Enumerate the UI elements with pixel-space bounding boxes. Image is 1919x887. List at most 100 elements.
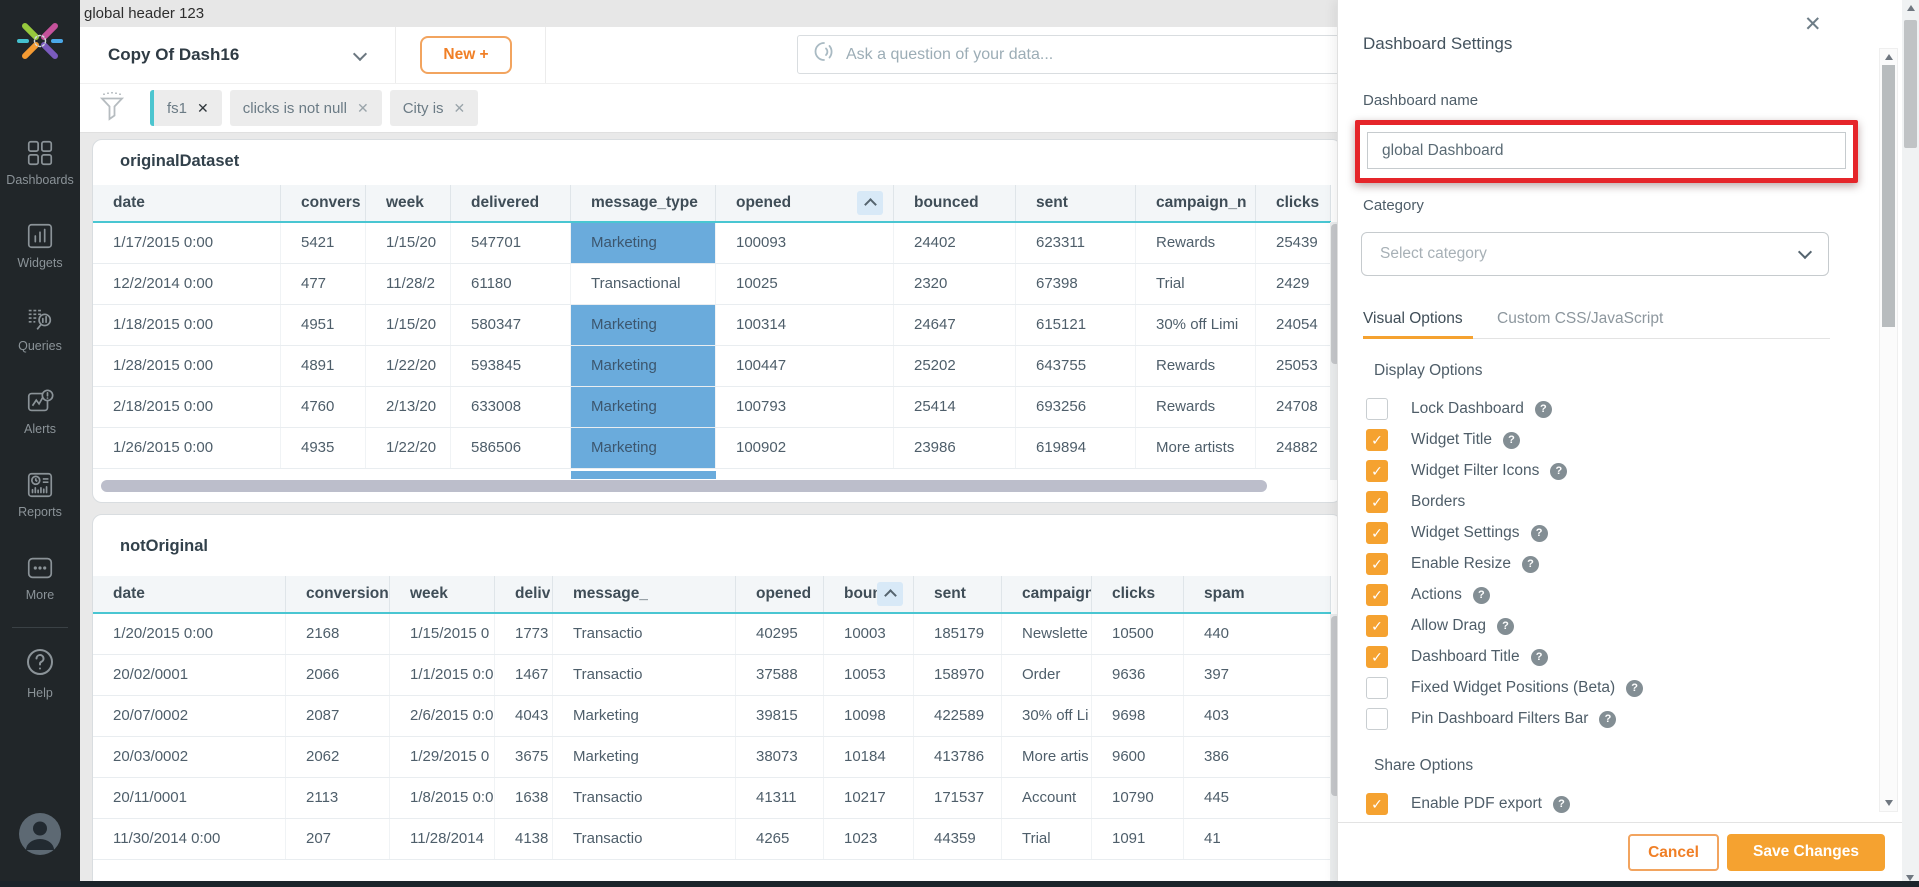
sidebar-item-reports[interactable]: Reports (0, 470, 80, 519)
column-header-deliv[interactable]: deliv (495, 576, 553, 612)
column-header-sent[interactable]: sent (1016, 185, 1136, 221)
category-select[interactable]: Select category (1361, 232, 1829, 276)
table-row: 20/02/000120661/1/2015 0:01467Transactio… (93, 655, 1331, 696)
column-header-campaign[interactable]: campaign_ (1002, 576, 1092, 612)
sidebar-item-more[interactable]: More (0, 553, 80, 602)
app-logo-icon[interactable] (13, 14, 67, 73)
cell: 2/13/20 (366, 387, 451, 427)
panel-scrollbar[interactable] (1879, 48, 1898, 812)
table-head-original: dateconversweekdeliveredmessage_typeopen… (93, 185, 1331, 223)
tab-custom-css-javascript[interactable]: Custom CSS/JavaScript (1497, 310, 1663, 328)
user-avatar[interactable] (18, 812, 62, 861)
checkbox-fixed-widget-positions-beta[interactable] (1366, 677, 1388, 699)
checkbox-widget-title[interactable]: ✓ (1366, 429, 1388, 451)
sidebar-item-widgets[interactable]: Widgets (0, 221, 80, 270)
cell: Marketing (553, 737, 736, 777)
help-icon[interactable]: ? (1553, 796, 1570, 813)
help-icon[interactable]: ? (1522, 556, 1539, 573)
cell: 4891 (281, 346, 366, 386)
help-icon[interactable]: ? (1531, 649, 1548, 666)
new-dashboard-button[interactable]: New + (420, 36, 512, 74)
tab-visual-options[interactable]: Visual Options (1363, 310, 1463, 328)
horizontal-scrollbar[interactable] (101, 480, 1267, 492)
column-header-spam[interactable]: spam (1184, 576, 1331, 612)
checkbox-pin-dashboard-filters-bar[interactable] (1366, 708, 1388, 730)
column-header-message-type[interactable]: message_type (571, 185, 716, 221)
checkbox-dashboard-title[interactable]: ✓ (1366, 646, 1388, 668)
help-icon[interactable]: ? (1531, 525, 1548, 542)
search-input[interactable] (844, 45, 1328, 65)
cell: 20/02/0001 (93, 655, 286, 695)
column-header-message[interactable]: message_ (553, 576, 736, 612)
help-icon[interactable]: ? (1626, 680, 1643, 697)
page-scrollbar[interactable] (1902, 0, 1919, 887)
remove-filter-icon[interactable]: ✕ (197, 100, 209, 117)
save-changes-button[interactable]: Save Changes (1727, 834, 1885, 871)
cell: 24647 (894, 305, 1016, 345)
column-header-clicks[interactable]: clicks (1092, 576, 1184, 612)
cancel-button[interactable]: Cancel (1628, 834, 1719, 871)
close-icon[interactable]: ✕ (1804, 12, 1822, 37)
column-header-bounced[interactable]: bounced (894, 185, 1016, 221)
cell: 615121 (1016, 305, 1136, 345)
filter-funnel-icon[interactable] (98, 91, 132, 126)
cell: 61180 (451, 264, 571, 304)
column-header-bounce[interactable]: bounce (824, 576, 914, 612)
cell: 4951 (281, 305, 366, 345)
cell: 100093 (716, 223, 894, 263)
column-header-date[interactable]: date (93, 185, 281, 221)
column-header-conversions[interactable]: conversions (286, 576, 390, 612)
help-icon[interactable]: ? (1503, 432, 1520, 449)
option-row-allow-drag: ✓Allow Drag? (1366, 615, 1643, 637)
sidebar-item-dashboards[interactable]: Dashboards (0, 138, 80, 187)
checkbox-enable-resize[interactable]: ✓ (1366, 553, 1388, 575)
remove-filter-icon[interactable]: ✕ (357, 100, 369, 117)
help-icon[interactable]: ? (1599, 711, 1616, 728)
column-header-week[interactable]: week (366, 185, 451, 221)
column-header-sent[interactable]: sent (914, 576, 1002, 612)
remove-filter-icon[interactable]: ✕ (454, 100, 466, 117)
column-header-week[interactable]: week (390, 576, 495, 612)
help-icon[interactable]: ? (1497, 618, 1514, 635)
checkbox-widget-filter-icons[interactable]: ✓ (1366, 460, 1388, 482)
help-icon[interactable]: ? (1550, 463, 1567, 480)
filter-chip-clicks-is-not-null[interactable]: clicks is not null ✕ (230, 90, 382, 126)
table-row: 20/11/000121131/8/2015 0:01638Transactio… (93, 778, 1331, 819)
checkbox-enable-pdf-export[interactable]: ✓ (1366, 793, 1388, 815)
sidebar-item-alerts[interactable]: Alerts (0, 387, 80, 436)
sort-ascending-indicator[interactable] (877, 582, 903, 606)
cell: 4265 (736, 819, 824, 859)
dashboard-name-label: Dashboard name (1363, 92, 1478, 109)
help-icon[interactable]: ? (1473, 587, 1490, 604)
checkbox-lock-dashboard[interactable] (1366, 398, 1388, 420)
checkbox-allow-drag[interactable]: ✓ (1366, 615, 1388, 637)
more-icon (0, 553, 80, 585)
filter-chip-label: clicks is not null (243, 100, 347, 117)
filter-chip-city-is[interactable]: City is✕ (390, 90, 479, 126)
cell: 12/2/2014 0:00 (93, 264, 281, 304)
dashboard-name-input[interactable] (1367, 132, 1846, 169)
checkbox-borders[interactable]: ✓ (1366, 491, 1388, 513)
cell: More artists (1136, 428, 1256, 468)
checkbox-widget-settings[interactable]: ✓ (1366, 522, 1388, 544)
help-icon[interactable]: ? (1535, 401, 1552, 418)
filter-chip-fs1[interactable]: fs1✕ (150, 90, 222, 126)
sort-ascending-indicator[interactable] (857, 191, 883, 215)
dashboard-selector[interactable]: Copy Of Dash16 (108, 27, 239, 83)
column-header-clicks[interactable]: clicks (1256, 185, 1331, 221)
sidebar-item-help[interactable]: Help (0, 646, 80, 700)
checkbox-actions[interactable]: ✓ (1366, 584, 1388, 606)
cell: 422589 (914, 696, 1002, 736)
reports-icon (0, 470, 80, 502)
column-header-delivered[interactable]: delivered (451, 185, 571, 221)
chevron-down-icon[interactable] (353, 47, 367, 61)
column-header-opened[interactable]: opened (736, 576, 824, 612)
column-header-campaign-n[interactable]: campaign_n (1136, 185, 1256, 221)
cell: 100314 (716, 305, 894, 345)
cell: 1/20/2015 0:00 (93, 614, 286, 654)
table-row: 1/26/2015 0:0049351/22/20586506Marketing… (93, 428, 1331, 469)
column-header-opened[interactable]: opened (716, 185, 894, 221)
column-header-date[interactable]: date (93, 576, 286, 612)
sidebar-item-queries[interactable]: Queries (0, 304, 80, 353)
column-header-convers[interactable]: convers (281, 185, 366, 221)
